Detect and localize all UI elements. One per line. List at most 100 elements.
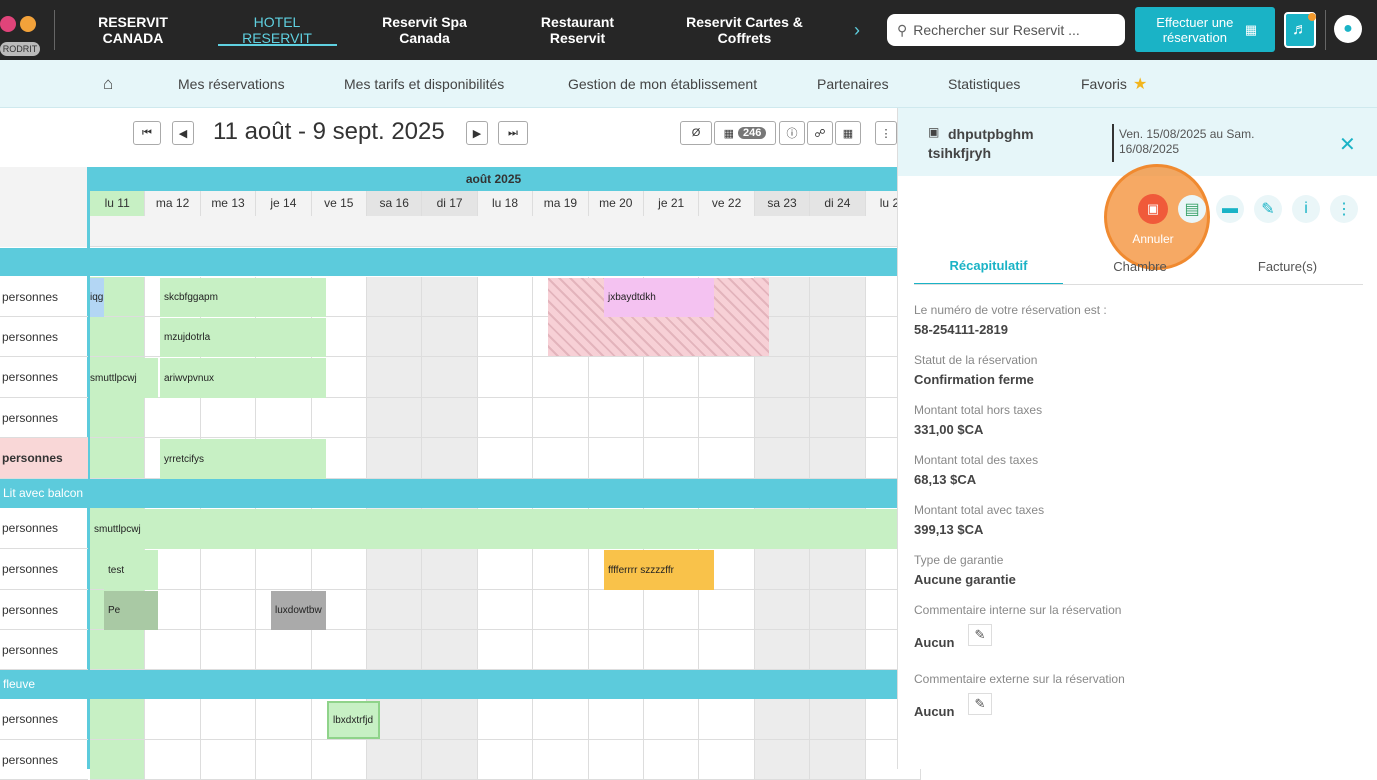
nav-spa[interactable]: Reservit Spa Canada <box>372 0 477 60</box>
booking-b3[interactable]: jxbaydtdkh <box>604 278 714 317</box>
calendar-cell[interactable] <box>810 699 866 740</box>
calendar-cell[interactable] <box>477 317 534 357</box>
search-input[interactable]: ⚲ Rechercher sur Reservit ... <box>887 14 1125 46</box>
calendar-cell[interactable] <box>256 630 312 670</box>
calendar-cell[interactable] <box>533 590 589 630</box>
calendar-cell[interactable] <box>422 630 478 670</box>
calendar-cell[interactable] <box>367 630 423 670</box>
calendar-cell[interactable] <box>256 549 312 590</box>
calendar-cell[interactable] <box>533 549 589 590</box>
booking-b4[interactable]: mzujdotrla <box>160 318 326 357</box>
booking-b8[interactable]: smuttlpcwj <box>90 509 897 549</box>
calendar-cell[interactable] <box>422 590 478 630</box>
calendar-cell[interactable] <box>810 277 866 317</box>
hide-icon[interactable]: Ø <box>680 121 712 145</box>
calendar-cell[interactable] <box>699 438 755 479</box>
calendar-cell[interactable] <box>644 590 700 630</box>
calendar-cell[interactable] <box>533 699 589 740</box>
calendar-cell[interactable] <box>754 438 811 479</box>
calendar-cell[interactable] <box>699 398 755 438</box>
calendar-cell[interactable] <box>367 277 423 317</box>
calendar-cell[interactable] <box>588 699 644 740</box>
booking-b12[interactable]: luxdowtbw <box>271 591 326 630</box>
lock-icon[interactable]: ☍ <box>807 121 833 145</box>
calendar-cell[interactable] <box>644 398 700 438</box>
calendar-cell[interactable] <box>90 438 146 479</box>
edit-internal-comment-icon[interactable]: ✎ <box>968 624 992 646</box>
user-icon[interactable]: ● <box>1334 15 1362 43</box>
calendar-cell[interactable] <box>477 398 534 438</box>
calendar-cell[interactable] <box>644 699 700 740</box>
booking-b6[interactable]: ariwvpvnux <box>160 358 326 398</box>
calendar-cell[interactable] <box>477 357 534 398</box>
booking-b11[interactable]: Pe <box>104 591 158 630</box>
calendar-cell[interactable] <box>699 740 755 780</box>
calendar-cell[interactable] <box>810 549 866 590</box>
calendar-cell[interactable] <box>699 699 755 740</box>
calendar-cell[interactable] <box>145 740 201 780</box>
rewind-button[interactable]: ⏮ <box>133 121 161 145</box>
booking-b9[interactable]: test <box>104 550 158 590</box>
booking-b10[interactable]: fffferrrr szzzzffr <box>604 550 714 590</box>
more-icon[interactable]: ⋮ <box>875 121 897 145</box>
calendar-cell[interactable] <box>810 740 866 780</box>
calendar-cell[interactable] <box>644 740 700 780</box>
booking-b5[interactable]: smuttlpcwj <box>90 358 158 398</box>
calendar-cell[interactable] <box>754 740 811 780</box>
booking-b13[interactable]: lbxdxtrfjd <box>327 701 380 739</box>
calendar-cell[interactable] <box>810 398 866 438</box>
nav-hotel-reservit[interactable]: HOTEL RESERVIT <box>218 0 336 60</box>
count-button[interactable]: ▦ 246 <box>714 121 776 145</box>
calendar-cell[interactable] <box>145 699 201 740</box>
calendar-cell[interactable] <box>367 357 423 398</box>
calendar-cell[interactable] <box>200 549 257 590</box>
calendar-cell[interactable] <box>422 277 478 317</box>
calendar-cell[interactable] <box>588 438 644 479</box>
calendar-cell[interactable] <box>311 630 367 670</box>
document-icon[interactable]: ▤ <box>1178 195 1206 223</box>
calendar-cell[interactable] <box>810 357 866 398</box>
calendar-cell[interactable] <box>422 699 478 740</box>
calendar-cell[interactable] <box>533 438 589 479</box>
calendar-cell[interactable] <box>200 590 257 630</box>
calendar-cell[interactable] <box>422 317 478 357</box>
calendar-cell[interactable] <box>145 630 201 670</box>
calendar-cell[interactable] <box>367 317 423 357</box>
calendar-cell[interactable] <box>90 740 146 780</box>
chevron-right-icon[interactable]: › <box>854 20 860 41</box>
calendar-cell[interactable] <box>754 590 811 630</box>
calendar-cell[interactable] <box>422 438 478 479</box>
calendar-cell[interactable] <box>588 630 644 670</box>
calendar-cell[interactable] <box>200 630 257 670</box>
calendar-cell[interactable] <box>200 740 257 780</box>
calendar-cell[interactable] <box>644 630 700 670</box>
calendar-cell[interactable] <box>588 590 644 630</box>
calendar-cell[interactable] <box>90 630 146 670</box>
booking-b1[interactable]: iqg <box>90 278 104 317</box>
calendar-cell[interactable] <box>311 549 367 590</box>
calendar-cell[interactable] <box>477 549 534 590</box>
grid-icon[interactable]: ▦ <box>835 121 861 145</box>
calendar-cell[interactable] <box>200 398 257 438</box>
close-icon[interactable]: ✕ <box>1339 132 1356 157</box>
tab-chambre[interactable]: Chambre <box>1100 247 1180 285</box>
home-icon[interactable]: ⌂ <box>103 60 113 108</box>
book-button[interactable]: Effectuer une réservation ▦ <box>1135 7 1275 52</box>
edit-external-comment-icon[interactable]: ✎ <box>968 693 992 715</box>
calendar-cell[interactable] <box>754 699 811 740</box>
calendar-cell[interactable] <box>90 317 146 357</box>
nav-reservit-canada[interactable]: RESERVIT CANADA <box>88 0 178 60</box>
fast-forward-button[interactable]: ⏭ <box>498 121 528 145</box>
nav-restaurant[interactable]: Restaurant Reservit <box>530 0 625 60</box>
nav-cartes[interactable]: Reservit Cartes & Coffrets <box>672 0 817 60</box>
calendar-cell[interactable] <box>477 277 534 317</box>
calendar-cell[interactable] <box>477 699 534 740</box>
calendar-cell[interactable] <box>145 398 201 438</box>
calendar-cell[interactable] <box>367 549 423 590</box>
subnav-partenaires[interactable]: Partenaires <box>817 60 889 108</box>
calendar-cell[interactable] <box>422 549 478 590</box>
subnav-reservations[interactable]: Mes réservations <box>178 60 285 108</box>
calendar-cell[interactable] <box>810 317 866 357</box>
calendar-cell[interactable] <box>422 740 478 780</box>
calendar-cell[interactable] <box>533 740 589 780</box>
